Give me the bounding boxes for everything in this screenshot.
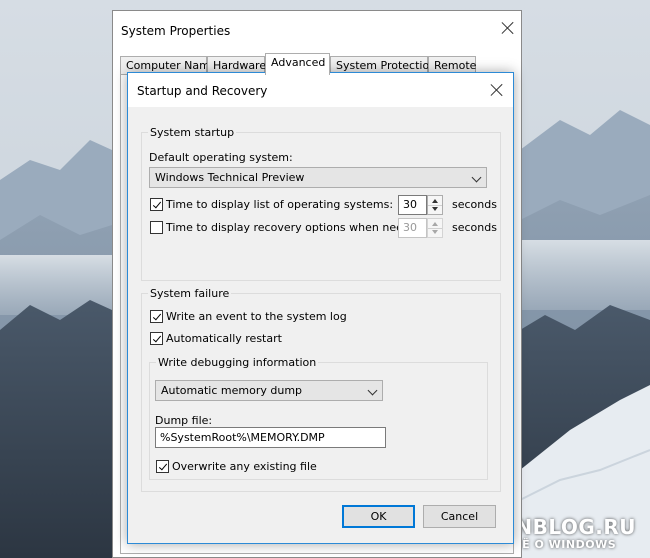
startup-recovery-titlebar: Startup and Recovery xyxy=(128,73,513,107)
spin-down-icon[interactable] xyxy=(428,205,442,214)
system-startup-legend: System startup xyxy=(148,126,237,139)
chevron-down-icon xyxy=(471,172,482,183)
write-event-checkbox[interactable] xyxy=(150,310,163,323)
startup-recovery-dialog: Startup and Recovery System startup Defa… xyxy=(127,72,514,544)
dump-file-label: Dump file: xyxy=(155,414,213,427)
default-os-value: Windows Technical Preview xyxy=(155,171,305,184)
spin-down-icon[interactable] xyxy=(428,228,442,237)
cancel-button[interactable]: Cancel xyxy=(423,505,496,528)
auto-restart-checkbox[interactable] xyxy=(150,332,163,345)
time-os-list-checkbox[interactable] xyxy=(150,198,163,211)
chevron-down-icon xyxy=(367,385,378,396)
overwrite-checkbox[interactable] xyxy=(156,460,169,473)
time-os-list-arrows xyxy=(427,195,443,215)
time-recovery-arrows xyxy=(427,218,443,238)
dump-type-value: Automatic memory dump xyxy=(161,384,303,397)
time-os-list-stepper[interactable]: 30 xyxy=(398,195,444,215)
dump-type-select[interactable]: Automatic memory dump xyxy=(155,380,383,401)
time-os-list-unit: seconds xyxy=(452,198,497,211)
overwrite-label: Overwrite any existing file xyxy=(172,460,317,473)
write-event-label: Write an event to the system log xyxy=(166,310,347,323)
startup-recovery-title: Startup and Recovery xyxy=(137,84,268,98)
time-recovery-label: Time to display recovery options when ne… xyxy=(166,221,428,234)
auto-restart-label: Automatically restart xyxy=(166,332,282,345)
ok-button[interactable]: OK xyxy=(342,505,415,528)
time-os-list-label: Time to display list of operating system… xyxy=(166,198,394,211)
tab-advanced[interactable]: Advanced xyxy=(265,53,330,75)
startup-recovery-close-icon[interactable] xyxy=(490,83,504,97)
system-properties-title: System Properties xyxy=(121,24,231,38)
debug-info-legend: Write debugging information xyxy=(156,356,319,369)
time-recovery-checkbox[interactable] xyxy=(150,221,163,234)
time-recovery-unit: seconds xyxy=(452,221,497,234)
default-os-select[interactable]: Windows Technical Preview xyxy=(149,167,487,188)
system-failure-legend: System failure xyxy=(148,287,232,300)
time-recovery-stepper[interactable]: 30 xyxy=(398,218,444,238)
time-recovery-value[interactable]: 30 xyxy=(398,218,427,238)
system-properties-close-icon[interactable] xyxy=(501,21,515,35)
default-os-label: Default operating system: xyxy=(149,151,293,164)
time-os-list-value[interactable]: 30 xyxy=(398,195,427,215)
dialog-content: System startup Default operating system:… xyxy=(128,107,513,543)
dump-file-input[interactable]: %SystemRoot%\MEMORY.DMP xyxy=(155,427,386,448)
